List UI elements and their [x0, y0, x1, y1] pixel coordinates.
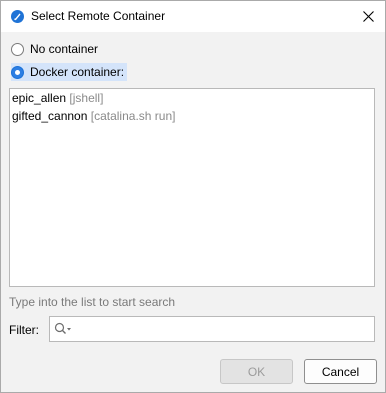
- search-icon: [54, 322, 71, 334]
- ok-button[interactable]: OK: [220, 359, 293, 384]
- app-logo-icon: [11, 10, 24, 23]
- container-list[interactable]: epic_allen [jshell] gifted_cannon [catal…: [9, 88, 375, 287]
- radio-docker-container[interactable]: Docker container:: [11, 63, 128, 81]
- dialog-window: Select Remote Container No container Doc…: [0, 0, 386, 393]
- radio-docker-container-label: Docker container:: [30, 65, 125, 79]
- list-item[interactable]: epic_allen [jshell]: [10, 89, 374, 107]
- container-name: epic_allen: [12, 91, 67, 105]
- radio-button-checked[interactable]: [11, 65, 24, 79]
- cancel-button[interactable]: Cancel: [304, 359, 377, 384]
- close-button[interactable]: [351, 1, 385, 32]
- close-icon: [362, 11, 374, 22]
- filter-label: Filter:: [9, 323, 39, 337]
- search-hint: Type into the list to start search: [9, 295, 176, 309]
- container-command: [jshell]: [69, 91, 104, 105]
- title-bar: Select Remote Container: [1, 1, 385, 32]
- radio-button-unchecked[interactable]: [11, 42, 24, 56]
- radio-no-container[interactable]: No container: [11, 40, 98, 58]
- radio-no-container-label: No container: [30, 42, 99, 56]
- container-command: [catalina.sh run]: [90, 109, 176, 123]
- window-title: Select Remote Container: [31, 9, 166, 23]
- filter-input[interactable]: [49, 316, 375, 342]
- list-item[interactable]: gifted_cannon [catalina.sh run]: [10, 107, 374, 125]
- container-name: gifted_cannon: [12, 109, 88, 123]
